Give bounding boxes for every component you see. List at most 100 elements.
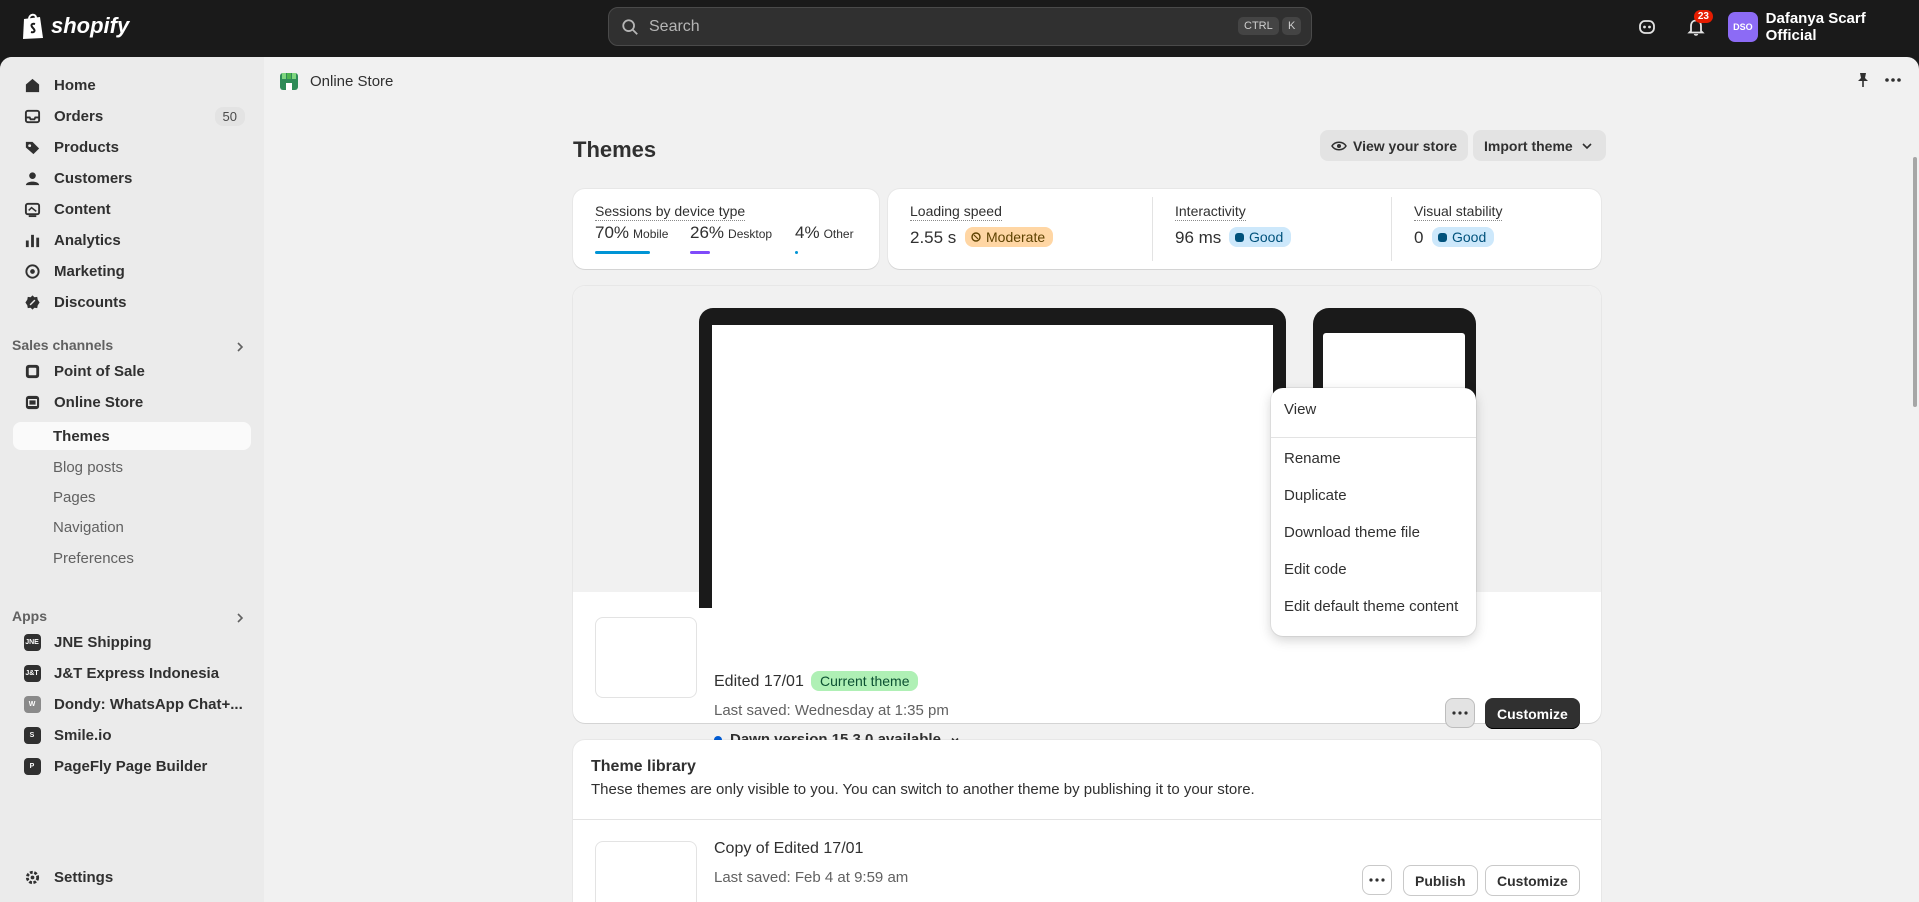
sidebar-item-jne-shipping[interactable]: JNE JNE Shipping — [13, 628, 251, 656]
breadcrumb: Online Store — [264, 57, 1919, 105]
sidebar-item-blog-posts[interactable]: Blog posts — [13, 453, 251, 481]
web-performance-card: Loading speed 2.55 s Moderate Interactiv… — [888, 189, 1601, 269]
search-placeholder: Search — [649, 17, 700, 35]
sidekick-button[interactable] — [1634, 14, 1660, 40]
shopify-logo[interactable]: shopify — [21, 12, 129, 40]
online-store-icon — [280, 73, 298, 90]
theme-thumbnail — [595, 617, 697, 698]
visual-stability-value: 0 — [1414, 228, 1424, 247]
visual-stability-label[interactable]: Visual stability — [1414, 203, 1503, 221]
chevron-right-icon[interactable] — [234, 612, 246, 624]
sidebar-item-label: Dondy: WhatsApp Chat+... — [54, 695, 243, 713]
sidebar-item-smile-io[interactable]: S Smile.io — [13, 721, 251, 749]
chart-icon — [23, 231, 41, 249]
brand-name: shopify — [51, 13, 130, 38]
pin-icon[interactable] — [1855, 72, 1871, 88]
theme-actions-menu: View Rename Duplicate Download theme fil… — [1271, 388, 1476, 636]
menu-item-edit-code[interactable]: Edit code — [1271, 554, 1476, 584]
sidebar-item-settings[interactable]: Settings — [13, 863, 251, 891]
sidebar-item-products[interactable]: Products — [13, 133, 251, 161]
import-theme-label: Import theme — [1484, 137, 1573, 154]
sessions-label[interactable]: Sessions by device type — [595, 203, 746, 221]
gear-icon — [23, 868, 41, 886]
customize-button[interactable]: Customize — [1485, 698, 1580, 729]
sidebar-item-analytics[interactable]: Analytics — [13, 226, 251, 254]
menu-item-rename[interactable]: Rename — [1271, 443, 1476, 473]
good-badge: Good — [1432, 227, 1495, 247]
moderate-icon — [971, 232, 981, 242]
sidebar-item-label: Discounts — [54, 293, 127, 311]
library-theme-saved: Last saved: Feb 4 at 9:59 am — [714, 869, 909, 886]
sidebar-item-point-of-sale[interactable]: Point of Sale — [13, 357, 251, 385]
good-icon — [1438, 232, 1447, 242]
sales-channels-label: Sales channels — [12, 337, 114, 353]
device-bar-mobile — [595, 251, 650, 254]
search-bar[interactable]: Search CTRL K — [608, 7, 1312, 46]
sidebar-item-jt-express[interactable]: J&T J&T Express Indonesia — [13, 659, 251, 687]
loading-speed-label[interactable]: Loading speed — [910, 203, 1002, 221]
theme-name: Edited 17/01 — [714, 673, 804, 690]
library-description: These themes are only visible to you. Yo… — [591, 781, 1255, 798]
more-actions-icon[interactable] — [1883, 71, 1903, 89]
scrollbar[interactable] — [1911, 105, 1919, 407]
shortcut-ctrl: CTRL — [1238, 17, 1279, 35]
sidebar-item-home[interactable]: Home — [13, 71, 251, 99]
sidebar-item-label: JNE Shipping — [54, 633, 152, 651]
sidebar-item-label: Home — [54, 76, 96, 94]
sidebar-item-label: Point of Sale — [54, 362, 145, 380]
theme-thumbnail — [595, 841, 697, 902]
theme-actions-button[interactable] — [1445, 698, 1475, 728]
sidebar-item-label: J&T Express Indonesia — [54, 664, 220, 682]
scrollbar-thumb[interactable] — [1913, 157, 1917, 407]
sidebar-item-pages[interactable]: Pages — [13, 483, 251, 511]
sidebar: Home Orders 50 Products Customers Conten… — [0, 57, 264, 902]
sidebar-item-pagefly[interactable]: P PageFly Page Builder — [13, 752, 251, 780]
sidebar-item-discounts[interactable]: Discounts — [13, 288, 251, 316]
store-name: Dafanya Scarf Official — [1765, 10, 1866, 44]
smile-icon: S — [23, 726, 41, 744]
divider — [573, 819, 1601, 820]
main-frame: Home Orders 50 Products Customers Conten… — [0, 57, 1919, 902]
orders-count-badge: 50 — [214, 106, 245, 126]
library-theme-name: Copy of Edited 17/01 — [714, 840, 864, 857]
whatsapp-icon: W — [23, 695, 41, 713]
sidebar-item-online-store[interactable]: Online Store — [13, 388, 251, 416]
chevron-right-icon[interactable] — [234, 341, 246, 353]
menu-item-edit-default-theme-content[interactable]: Edit default theme content — [1271, 591, 1476, 621]
account-menu[interactable]: DSO Dafanya Scarf Official — [1728, 10, 1919, 44]
sidebar-item-themes[interactable]: Themes — [13, 422, 251, 450]
menu-item-duplicate[interactable]: Duplicate — [1271, 480, 1476, 510]
breadcrumb-label[interactable]: Online Store — [310, 73, 393, 90]
divider — [1391, 197, 1392, 261]
chevron-down-icon — [1582, 142, 1592, 149]
interactivity-label[interactable]: Interactivity — [1175, 203, 1246, 221]
sidebar-item-preferences[interactable]: Preferences — [13, 544, 251, 572]
shortcut-k: K — [1282, 17, 1302, 35]
sidebar-item-label: Smile.io — [54, 726, 112, 744]
jne-icon: JNE — [23, 633, 41, 651]
menu-item-download-theme-file[interactable]: Download theme file — [1271, 517, 1476, 547]
view-store-label: View your store — [1353, 137, 1458, 154]
sidebar-item-navigation[interactable]: Navigation — [13, 513, 251, 541]
sidebar-item-content[interactable]: Content — [13, 195, 251, 223]
discount-icon — [23, 293, 41, 311]
sidebar-item-label: Analytics — [54, 231, 121, 249]
publish-button[interactable]: Publish — [1403, 865, 1478, 896]
library-theme-actions-button[interactable] — [1362, 865, 1392, 895]
sidebar-item-customers[interactable]: Customers — [13, 164, 251, 192]
notifications-button[interactable]: 23 — [1683, 10, 1713, 40]
sidekick-icon — [1639, 20, 1655, 34]
sidebar-item-orders[interactable]: Orders 50 — [13, 102, 251, 130]
import-theme-button[interactable]: Import theme — [1473, 130, 1606, 161]
library-customize-button[interactable]: Customize — [1485, 865, 1580, 896]
good-badge: Good — [1229, 227, 1292, 247]
current-theme-badge: Current theme — [811, 671, 919, 691]
menu-item-view[interactable]: View — [1271, 394, 1476, 424]
last-saved: Last saved: Wednesday at 1:35 pm — [714, 702, 949, 719]
search-icon — [622, 18, 638, 35]
avatar: DSO — [1728, 12, 1758, 42]
tag-icon — [23, 138, 41, 156]
view-store-button[interactable]: View your store — [1320, 130, 1469, 161]
sidebar-item-marketing[interactable]: Marketing — [13, 257, 251, 285]
sidebar-item-dondy-whatsapp[interactable]: W Dondy: WhatsApp Chat+... — [13, 690, 251, 718]
